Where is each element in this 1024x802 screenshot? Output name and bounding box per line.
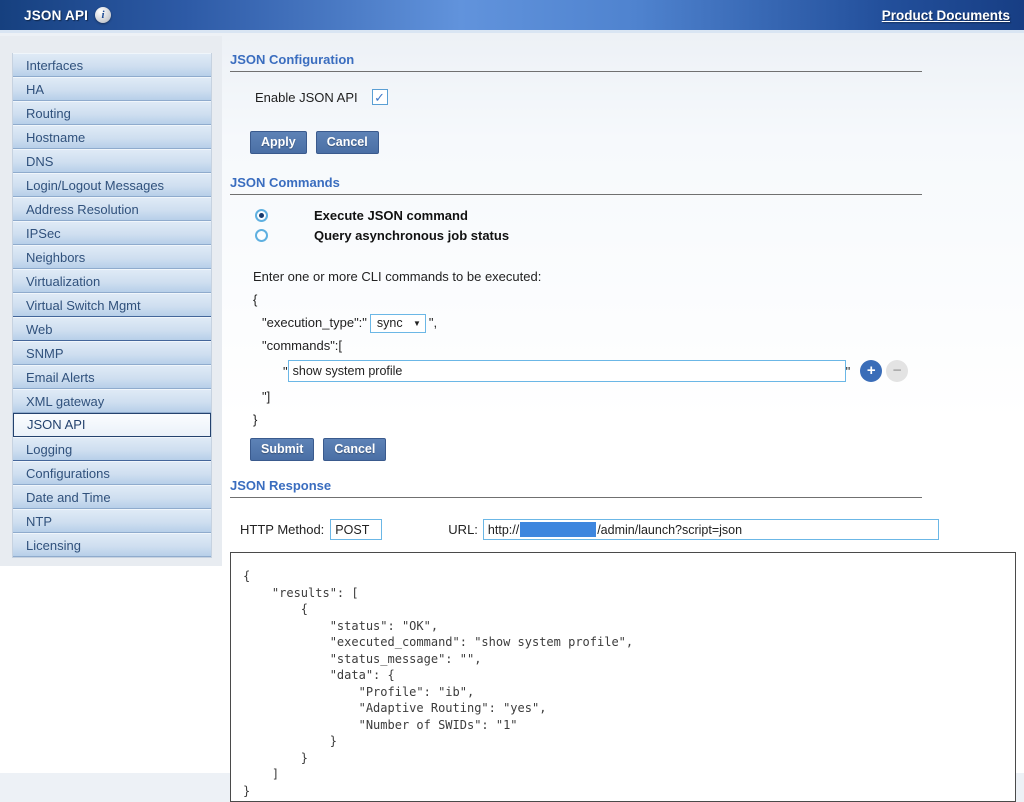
command-close-quote: "	[846, 364, 851, 379]
page-title: JSON API i	[24, 7, 111, 23]
json-commands-title: JSON Commands	[230, 175, 922, 195]
execute-command-radio[interactable]	[255, 209, 268, 222]
editor-close-brace: }	[253, 408, 1022, 431]
execute-command-radio-label: Execute JSON command	[314, 208, 468, 223]
sidebar-item-email-alerts[interactable]: Email Alerts	[13, 365, 211, 389]
sidebar-item-snmp[interactable]: SNMP	[13, 341, 211, 365]
command-input[interactable]	[288, 360, 846, 382]
sidebar-item-interfaces[interactable]: Interfaces	[13, 53, 211, 77]
sidebar: Interfaces HA Routing Hostname DNS Login…	[0, 36, 222, 566]
cli-instruction: Enter one or more CLI commands to be exe…	[253, 269, 1022, 284]
chevron-down-icon: ▼	[413, 312, 421, 335]
sidebar-item-address-resolution[interactable]: Address Resolution	[13, 197, 211, 221]
commands-buttons: Submit Cancel	[250, 438, 1022, 461]
sidebar-item-configurations[interactable]: Configurations	[13, 461, 211, 485]
info-icon[interactable]: i	[95, 7, 111, 23]
radio-selected-dot	[259, 213, 264, 218]
sidebar-item-ipsec[interactable]: IPSec	[13, 221, 211, 245]
apply-button[interactable]: Apply	[250, 131, 307, 154]
execution-type-value: sync	[377, 312, 403, 335]
sidebar-item-dns[interactable]: DNS	[13, 149, 211, 173]
enable-json-api-checkbox[interactable]: ✓	[372, 89, 388, 105]
url-input[interactable]: http:// /admin/launch?script=json	[483, 519, 939, 540]
editor-close-bracket: "]	[262, 385, 1022, 408]
product-documents-link[interactable]: Product Documents	[882, 8, 1010, 23]
http-method-input[interactable]	[330, 519, 382, 540]
json-configuration-title: JSON Configuration	[230, 52, 922, 72]
sidebar-item-date-and-time[interactable]: Date and Time	[13, 485, 211, 509]
commands-cancel-button[interactable]: Cancel	[323, 438, 386, 461]
sidebar-item-virtualization[interactable]: Virtualization	[13, 269, 211, 293]
execution-type-suffix: ",	[429, 315, 437, 330]
query-job-status-radio-label: Query asynchronous job status	[314, 228, 509, 243]
execution-type-label: "execution_type":"	[262, 315, 367, 330]
add-command-button[interactable]: +	[860, 360, 882, 382]
configuration-buttons: Apply Cancel	[250, 131, 1022, 154]
execution-type-select[interactable]: sync ▼	[370, 314, 426, 333]
http-method-label: HTTP Method:	[240, 522, 324, 537]
url-label: URL:	[448, 522, 478, 537]
execution-type-line: "execution_type":" sync ▼ ",	[262, 311, 1022, 334]
query-job-status-radio[interactable]	[255, 229, 268, 242]
sidebar-item-virtual-switch-mgmt[interactable]: Virtual Switch Mgmt	[13, 293, 211, 317]
execute-command-radio-row: Execute JSON command	[255, 208, 1022, 223]
url-prefix: http://	[488, 523, 519, 537]
sidebar-menu: Interfaces HA Routing Hostname DNS Login…	[12, 53, 212, 558]
query-job-status-radio-row: Query asynchronous job status	[255, 228, 1022, 243]
json-response-title: JSON Response	[230, 478, 922, 498]
sidebar-item-hostname[interactable]: Hostname	[13, 125, 211, 149]
top-bar: JSON API i Product Documents	[0, 0, 1024, 33]
command-mode-radio-group: Execute JSON command Query asynchronous …	[255, 208, 1022, 243]
sidebar-item-web[interactable]: Web	[13, 317, 211, 341]
check-icon: ✓	[374, 91, 385, 104]
url-suffix: /admin/launch?script=json	[597, 523, 742, 537]
sidebar-item-login-logout-messages[interactable]: Login/Logout Messages	[13, 173, 211, 197]
sidebar-item-ha[interactable]: HA	[13, 77, 211, 101]
sidebar-item-licensing[interactable]: Licensing	[13, 533, 211, 557]
main-content: JSON Configuration Enable JSON API ✓ App…	[230, 36, 1022, 802]
page-title-text: JSON API	[24, 8, 88, 23]
sidebar-item-routing[interactable]: Routing	[13, 101, 211, 125]
command-input-row: " " + −	[283, 360, 1022, 382]
json-response-output[interactable]: { "results": [ { "status": "OK", "execut…	[230, 552, 1016, 802]
sidebar-item-xml-gateway[interactable]: XML gateway	[13, 389, 211, 413]
json-command-editor: { "execution_type":" sync ▼ ", "commands":[…	[230, 288, 1022, 431]
cancel-button[interactable]: Cancel	[316, 131, 379, 154]
submit-button[interactable]: Submit	[250, 438, 314, 461]
sidebar-item-neighbors[interactable]: Neighbors	[13, 245, 211, 269]
sidebar-item-logging[interactable]: Logging	[13, 437, 211, 461]
url-redacted-host	[520, 522, 596, 537]
enable-json-api-label: Enable JSON API	[255, 90, 358, 105]
sidebar-item-ntp[interactable]: NTP	[13, 509, 211, 533]
enable-json-api-row: Enable JSON API ✓	[255, 89, 1022, 105]
sidebar-item-json-api[interactable]: JSON API	[13, 413, 211, 437]
commands-array-label: "commands":[	[262, 334, 1022, 357]
remove-command-button[interactable]: −	[886, 360, 908, 382]
http-request-row: HTTP Method: URL: http:// /admin/launch?…	[240, 519, 1022, 540]
editor-open-brace: {	[253, 288, 1022, 311]
